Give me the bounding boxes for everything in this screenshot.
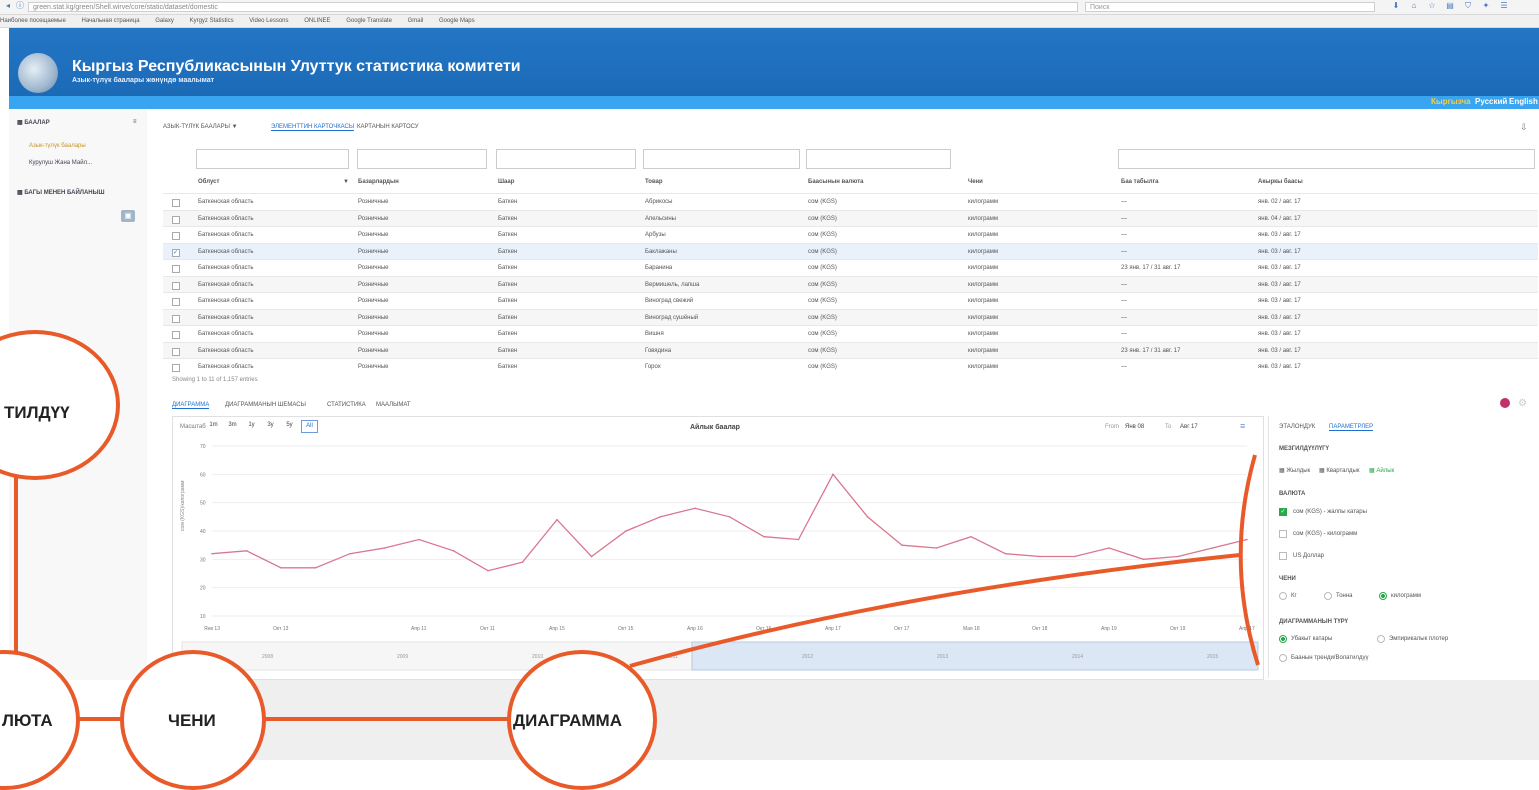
callout-bracket	[1238, 454, 1260, 666]
callout-label-diagram: ДИАГРАММА	[513, 711, 622, 730]
callout-line-vertical	[14, 470, 18, 660]
callout-lines	[629, 454, 1260, 668]
callout-line-h2	[260, 717, 520, 721]
callout-line-diagram	[629, 553, 1241, 668]
callout-line-h1	[75, 717, 125, 721]
callout-label-language: ТИЛДҮҮ	[4, 403, 70, 422]
callout-label-unit: ЧЕНИ	[168, 711, 216, 730]
callout-label-currency: ЛЮТА	[2, 711, 53, 730]
